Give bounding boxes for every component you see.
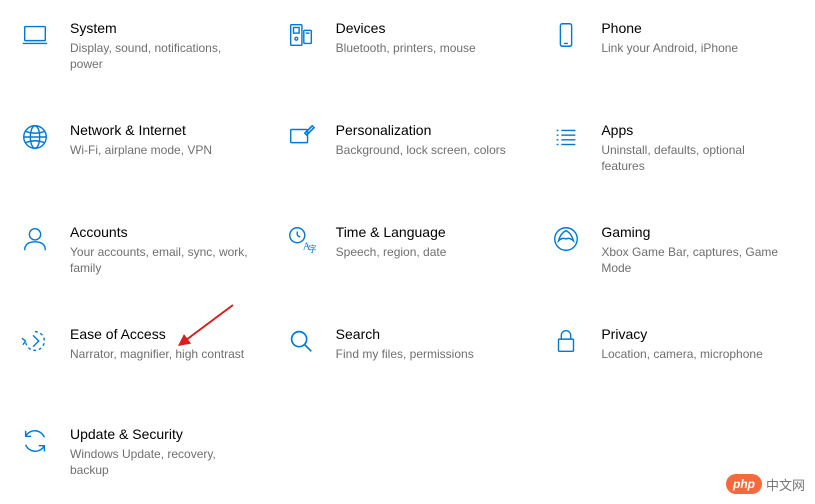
settings-title: Privacy [601,324,762,344]
settings-desc: Bluetooth, printers, mouse [336,40,476,56]
settings-desc: Windows Update, recovery, backup [70,446,250,478]
settings-desc: Link your Android, iPhone [601,40,738,56]
search-icon [284,324,318,358]
settings-title: Personalization [336,120,506,140]
watermark: php 中文网 [726,474,805,494]
settings-text: Apps Uninstall, defaults, optional featu… [601,120,781,174]
gaming-icon [549,222,583,256]
settings-desc: Your accounts, email, sync, work, family [70,244,250,276]
watermark-text: 中文网 [766,475,805,494]
ease-of-access-icon [18,324,52,358]
settings-item-personalization[interactable]: Personalization Background, lock screen,… [284,120,532,174]
settings-desc: Narrator, magnifier, high contrast [70,346,244,362]
phone-icon [549,18,583,52]
settings-item-privacy[interactable]: Privacy Location, camera, microphone [549,324,797,376]
settings-title: Gaming [601,222,781,242]
settings-text: Update & Security Windows Update, recove… [70,424,250,478]
settings-desc: Wi-Fi, airplane mode, VPN [70,142,212,158]
apps-icon [549,120,583,154]
settings-item-devices[interactable]: Devices Bluetooth, printers, mouse [284,18,532,72]
settings-text: Gaming Xbox Game Bar, captures, Game Mod… [601,222,781,276]
settings-title: Network & Internet [70,120,212,140]
settings-text: Phone Link your Android, iPhone [601,18,738,56]
settings-text: Devices Bluetooth, printers, mouse [336,18,476,56]
settings-desc: Uninstall, defaults, optional features [601,142,781,174]
settings-grid: System Display, sound, notifications, po… [0,0,815,496]
settings-item-ease-of-access[interactable]: Ease of Access Narrator, magnifier, high… [18,324,266,376]
update-icon [18,424,52,458]
settings-item-time-language[interactable]: A 字 Time & Language Speech, region, date [284,222,532,276]
system-icon [18,18,52,52]
settings-desc: Location, camera, microphone [601,346,762,362]
settings-title: Update & Security [70,424,250,444]
time-language-icon: A 字 [284,222,318,256]
watermark-badge: php [726,474,762,494]
settings-title: Time & Language [336,222,447,242]
settings-title: System [70,18,250,38]
settings-item-search[interactable]: Search Find my files, permissions [284,324,532,376]
settings-text: System Display, sound, notifications, po… [70,18,250,72]
settings-item-gaming[interactable]: Gaming Xbox Game Bar, captures, Game Mod… [549,222,797,276]
settings-desc: Background, lock screen, colors [336,142,506,158]
settings-title: Accounts [70,222,250,242]
settings-title: Apps [601,120,781,140]
settings-text: Personalization Background, lock screen,… [336,120,506,158]
settings-desc: Xbox Game Bar, captures, Game Mode [601,244,781,276]
devices-icon [284,18,318,52]
settings-item-network[interactable]: Network & Internet Wi-Fi, airplane mode,… [18,120,266,174]
settings-text: Privacy Location, camera, microphone [601,324,762,362]
svg-text:字: 字 [308,244,316,254]
settings-item-update-security[interactable]: Update & Security Windows Update, recove… [18,424,266,478]
settings-desc: Display, sound, notifications, power [70,40,250,72]
settings-text: Network & Internet Wi-Fi, airplane mode,… [70,120,212,158]
personalization-icon [284,120,318,154]
settings-title: Devices [336,18,476,38]
settings-text: Ease of Access Narrator, magnifier, high… [70,324,244,362]
settings-title: Phone [601,18,738,38]
settings-title: Search [336,324,474,344]
settings-title: Ease of Access [70,324,244,344]
settings-item-accounts[interactable]: Accounts Your accounts, email, sync, wor… [18,222,266,276]
settings-item-apps[interactable]: Apps Uninstall, defaults, optional featu… [549,120,797,174]
settings-text: Time & Language Speech, region, date [336,222,447,260]
settings-item-system[interactable]: System Display, sound, notifications, po… [18,18,266,72]
settings-desc: Find my files, permissions [336,346,474,362]
settings-text: Accounts Your accounts, email, sync, wor… [70,222,250,276]
settings-text: Search Find my files, permissions [336,324,474,362]
settings-item-phone[interactable]: Phone Link your Android, iPhone [549,18,797,72]
settings-desc: Speech, region, date [336,244,447,260]
globe-icon [18,120,52,154]
accounts-icon [18,222,52,256]
privacy-icon [549,324,583,358]
